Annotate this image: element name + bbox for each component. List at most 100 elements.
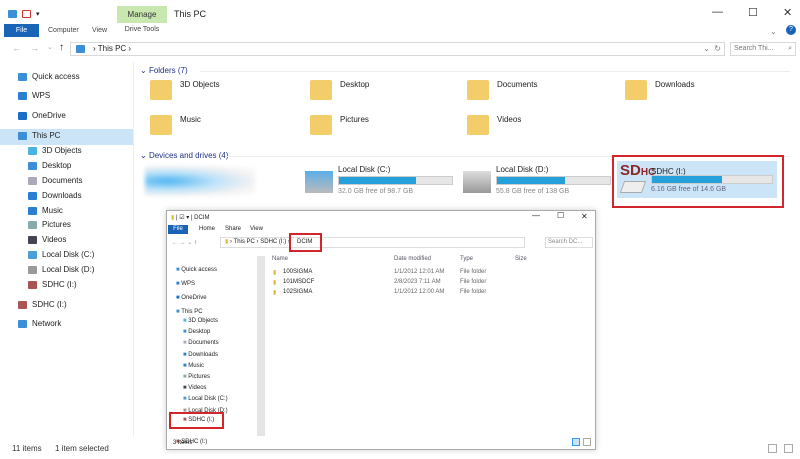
devices-header[interactable]: ⌄ Devices and drives (4) — [140, 151, 229, 160]
sidebar-item-onedrive[interactable]: OneDrive — [18, 111, 66, 120]
sidebar-item-documents[interactable]: Documents — [28, 176, 82, 185]
sidebar-item-pictures[interactable]: Pictures — [28, 220, 71, 229]
sidebar-item-videos[interactable]: Videos — [28, 235, 66, 244]
tab-computer[interactable]: Computer — [48, 24, 79, 37]
up-button[interactable]: ↑ — [59, 42, 64, 53]
divider — [133, 62, 134, 437]
inner-title-bar: ▮ | ☑ ▾ | DCIM — [171, 215, 210, 221]
inner-sidebar-item-documents[interactable]: ■ Documents — [183, 340, 219, 346]
window-title: This PC — [174, 9, 207, 19]
search-input[interactable]: Search Thi... ⌕ — [730, 42, 796, 56]
folder-icon — [625, 80, 647, 100]
folder-videos[interactable]: Videos — [467, 115, 521, 135]
properties-icon[interactable] — [22, 9, 31, 18]
quick-access-toolbar[interactable]: ▾ — [8, 9, 68, 19]
inner-tab-share[interactable]: Share — [225, 226, 241, 232]
inner-sidebar-item-3d-objects[interactable]: ■ 3D Objects — [183, 318, 218, 324]
column-header-type[interactable]: Type — [460, 256, 473, 262]
large-icons-view-button[interactable] — [583, 438, 591, 446]
status-selected: 1 item selected — [55, 444, 109, 453]
tab-drive-tools[interactable]: Drive Tools — [117, 23, 167, 37]
sidebar-item-3d-objects[interactable]: 3D Objects — [28, 146, 82, 155]
tab-manage[interactable]: Manage — [117, 6, 167, 23]
back-button[interactable]: ← — [12, 43, 21, 53]
recent-dropdown[interactable]: ⌄ — [47, 43, 53, 51]
inner-sidebar-item-onedrive[interactable]: ■ OneDrive — [176, 295, 207, 301]
column-header-name[interactable]: Name — [272, 256, 288, 262]
chevron-down-icon[interactable]: ▾ — [36, 11, 40, 18]
inner-sidebar-item-downloads[interactable]: ■ Downloads — [183, 352, 218, 358]
close-button[interactable]: ✕ — [783, 6, 792, 19]
folder-music[interactable]: Music — [150, 115, 201, 135]
column-header-date[interactable]: Date modified — [394, 256, 431, 262]
sidebar-item-quick-access[interactable]: Quick access — [18, 72, 80, 81]
inner-nav-buttons[interactable]: ← → ⌄ ↑ — [172, 239, 197, 246]
path-dcim-highlight[interactable]: DCIM — [289, 233, 322, 252]
folder-pictures[interactable]: Pictures — [310, 115, 369, 135]
inner-sidebar-item-this-pc[interactable]: ■ This PC — [176, 309, 203, 315]
3d-objects-icon — [28, 146, 37, 155]
drive-sdhc[interactable]: SDHC SDHC (I:) 6.16 GB free of 14.6 GB — [617, 161, 777, 198]
inner-minimize-button[interactable]: — — [532, 211, 540, 220]
sidebar-item-desktop[interactable]: Desktop — [28, 161, 71, 170]
inner-sidebar-item-pictures[interactable]: ■ Pictures — [183, 374, 210, 380]
inner-tab-file[interactable]: File — [168, 225, 188, 234]
inner-sidebar-item-desktop[interactable]: ■ Desktop — [183, 329, 210, 335]
folder-documents[interactable]: Documents — [467, 80, 537, 100]
sidebar-item-local-disk-c[interactable]: Local Disk (C:) — [28, 250, 94, 259]
tab-view[interactable]: View — [92, 24, 107, 37]
sdhc-i-icon — [18, 300, 27, 309]
network-icon — [18, 319, 27, 328]
inner-sidebar-item-local-disk-c[interactable]: ■ Local Disk (C:) — [183, 396, 228, 402]
sidebar-item-music[interactable]: Music — [28, 206, 63, 215]
tab-file[interactable]: File — [4, 24, 39, 37]
column-header-size[interactable]: Size — [515, 256, 527, 262]
inner-search-input[interactable]: Search DC... — [545, 237, 593, 248]
folder-icon — [310, 80, 332, 100]
sidebar-item-local-disk-d[interactable]: Local Disk (D:) — [28, 265, 94, 274]
drive-name: Local Disk (D:) — [496, 165, 549, 174]
expand-ribbon-icon[interactable]: ⌄ — [770, 27, 777, 36]
sidebar-item-sdhc-i[interactable]: SDHC (I:) — [18, 300, 67, 309]
refresh-button[interactable]: ↻ — [714, 43, 721, 55]
breadcrumb-this-pc[interactable]: This PC — [98, 44, 126, 53]
drive-local-disk-c[interactable]: Local Disk (C:) 32.0 GB free of 98.7 GB — [305, 165, 455, 197]
address-bar[interactable]: › This PC › ⌄ ↻ — [70, 42, 725, 56]
help-icon[interactable]: ? — [786, 25, 796, 35]
folders-header[interactable]: ⌄ Folders (7) — [140, 66, 188, 75]
computer-icon — [76, 45, 85, 53]
details-view-button[interactable] — [768, 444, 777, 453]
downloads-icon — [28, 191, 37, 200]
details-view-button[interactable] — [572, 438, 580, 446]
inner-tab-home[interactable]: Home — [199, 226, 215, 232]
sidebar-item-this-pc[interactable]: This PC — [18, 131, 60, 140]
sdhc-logo: SDHC — [620, 162, 656, 179]
drive-free-space: 6.16 GB free of 14.6 GB — [651, 186, 727, 193]
inner-sidebar-scrollbar[interactable] — [257, 256, 265, 436]
forward-button[interactable]: → — [30, 43, 39, 53]
drive-local-disk-d[interactable]: Local Disk (D:) 55.8 GB free of 138 GB — [463, 165, 613, 197]
address-dropdown[interactable]: ⌄ — [703, 43, 710, 55]
sidebar-item-sdhc-i[interactable]: SDHC (I:) — [28, 280, 77, 289]
minimize-button[interactable]: — — [712, 6, 723, 18]
inner-sidebar-item-music[interactable]: ■ Music — [183, 363, 204, 369]
inner-close-button[interactable]: ✕ — [581, 212, 588, 221]
wps-icon — [18, 91, 27, 100]
inner-sidebar-item-wps[interactable]: ■ WPS — [176, 281, 195, 287]
drive-usage-bar — [338, 176, 453, 185]
inner-sidebar-item-quick-access[interactable]: ■ Quick access — [176, 267, 217, 273]
folder-desktop[interactable]: Desktop — [310, 80, 369, 100]
inner-maximize-button[interactable]: ☐ — [557, 211, 564, 220]
inner-sidebar-item-videos[interactable]: ■ Videos — [183, 385, 207, 391]
drive-usage-bar — [651, 175, 773, 184]
blurred-device[interactable] — [145, 166, 255, 196]
maximize-button[interactable]: ☐ — [748, 6, 758, 19]
sidebar-item-network[interactable]: Network — [18, 319, 61, 328]
folder-3d-objects[interactable]: 3D Objects — [150, 80, 220, 100]
inner-address-bar[interactable]: ▮ › This PC › SDHC (I:) › — [220, 237, 525, 248]
sidebar-item-downloads[interactable]: Downloads — [28, 191, 82, 200]
large-icons-view-button[interactable] — [784, 444, 793, 453]
inner-tab-view[interactable]: View — [250, 226, 263, 232]
folder-downloads[interactable]: Downloads — [625, 80, 695, 100]
sidebar-item-wps[interactable]: WPS — [18, 91, 50, 100]
